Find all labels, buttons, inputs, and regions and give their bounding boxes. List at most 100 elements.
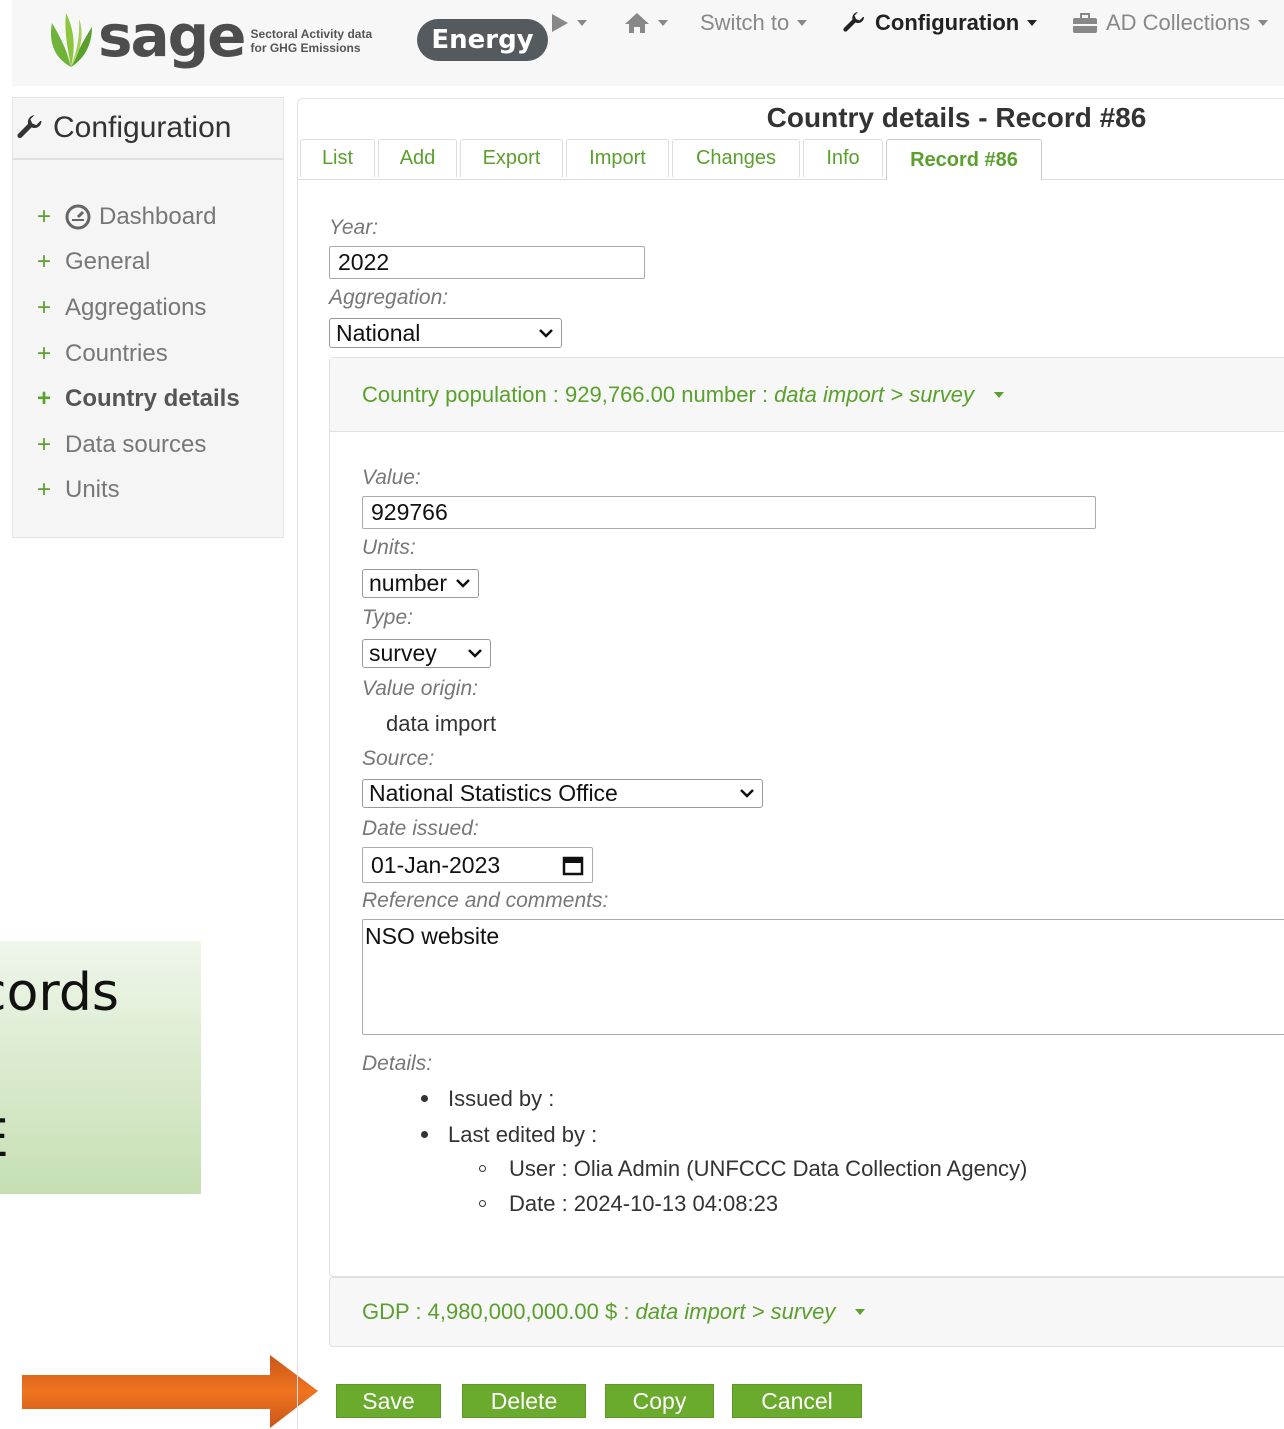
pointer-arrow-icon: [22, 1355, 318, 1428]
configuration-label: Configuration: [875, 10, 1020, 35]
sidebar-item-label: Dashboard: [99, 202, 217, 230]
plus-icon: +: [37, 293, 52, 321]
plus-icon: +: [37, 202, 52, 230]
main-panel: Country details - Record #86 List Add Ex…: [297, 98, 1284, 1429]
value-origin-text: data import: [386, 711, 497, 736]
last-edited-by-text: Last edited by :: [448, 1122, 598, 1147]
value-value: 929766: [371, 499, 448, 525]
slide-callout-text: cords: [0, 963, 119, 1023]
switch-to-menu[interactable]: Switch to: [700, 6, 808, 40]
units-value: number: [369, 570, 447, 596]
source-label: Source:: [362, 747, 435, 770]
bullet: [421, 1131, 428, 1138]
bullet: [479, 1165, 486, 1172]
year-input[interactable]: 2022: [329, 246, 645, 279]
dashboard-icon: [65, 204, 91, 230]
accordion-header-origin: data import > survey: [774, 381, 974, 407]
chevron-down-icon: [740, 789, 754, 798]
chevron-down-icon: [468, 649, 482, 658]
sidebar-item-label: Country details: [65, 385, 240, 413]
sidebar-item-label: Aggregations: [65, 293, 207, 321]
source-select[interactable]: National Statistics Office: [362, 779, 763, 808]
logo-subtitle-line-2: for GHG Emissions: [250, 41, 361, 55]
app-logo[interactable]: sage Sectoral Activity data for GHG Emis…: [46, 6, 372, 72]
play-icon: [552, 14, 568, 32]
tab-changes[interactable]: Changes: [672, 139, 800, 177]
date-issued-value: 01-Jan-2023: [371, 851, 501, 878]
value-origin-label: Value origin:: [362, 677, 478, 700]
slide-callout-text: E: [0, 1109, 9, 1169]
chevron-down-icon: [658, 20, 668, 26]
chevron-down-icon: [994, 391, 1004, 398]
type-select[interactable]: survey: [362, 639, 491, 668]
leaf-logo-icon: [50, 13, 92, 67]
tab-add[interactable]: Add: [378, 139, 457, 177]
home-icon: [625, 13, 649, 33]
sidebar-title: Configuration: [53, 111, 232, 144]
ad-collections-label: AD Collections: [1106, 10, 1251, 35]
bullet: [479, 1200, 486, 1207]
chevron-down-icon: [456, 579, 470, 588]
sidebar-item-units[interactable]: + Units: [13, 468, 240, 514]
sidebar-item-label: General: [65, 248, 151, 276]
copy-button[interactable]: Copy: [605, 1384, 714, 1418]
comments-label: Reference and comments:: [362, 889, 609, 912]
aggregation-select[interactable]: National: [329, 318, 562, 348]
cancel-button[interactable]: Cancel: [732, 1384, 862, 1418]
chevron-down-icon: [539, 328, 553, 338]
delete-button[interactable]: Delete: [462, 1384, 586, 1418]
tab-info[interactable]: Info: [803, 139, 883, 177]
plus-icon: +: [37, 385, 52, 413]
aggregation-label: Aggregation:: [329, 286, 449, 309]
briefcase-icon: [1073, 13, 1097, 33]
tab-list[interactable]: List: [300, 139, 375, 177]
units-label: Units:: [362, 536, 416, 559]
wrench-icon: [17, 115, 42, 139]
logo-subtitle: Sectoral Activity data for GHG Emissions: [251, 27, 373, 55]
tab-export[interactable]: Export: [460, 139, 563, 177]
bullet: [421, 1095, 428, 1102]
accordion-header-gdp[interactable]: GDP : 4,980,000,000.00 $ : data import >…: [329, 1277, 1284, 1347]
issued-by-text: Issued by :: [448, 1086, 555, 1111]
value-input[interactable]: 929766: [362, 496, 1096, 529]
accordion-header-population[interactable]: Country population : 929,766.00 number :…: [330, 358, 1284, 432]
tab-import[interactable]: Import: [566, 139, 669, 177]
sidebar-item-countries[interactable]: + Countries: [13, 331, 240, 377]
save-button[interactable]: Save: [336, 1384, 441, 1418]
calendar-icon[interactable]: [562, 854, 584, 876]
ad-collections-menu[interactable]: AD Collections: [1072, 6, 1269, 40]
type-label: Type:: [362, 606, 413, 629]
configuration-menu[interactable]: Configuration: [843, 6, 1038, 40]
plus-icon: +: [37, 476, 52, 504]
run-menu[interactable]: [551, 6, 587, 40]
comments-textarea[interactable]: NSO website: [362, 919, 1284, 1035]
plus-icon: +: [37, 339, 52, 367]
edited-date-text: Date : 2024-10-13 04:08:23: [509, 1191, 779, 1216]
plus-icon: +: [37, 248, 52, 276]
logo-text: sage: [98, 2, 247, 70]
edited-user-text: User : Olia Admin (UNFCCC Data Collectio…: [509, 1156, 1028, 1181]
chevron-down-icon: [577, 20, 587, 26]
type-value: survey: [369, 640, 437, 666]
sidebar-item-country-details[interactable]: + Country details: [13, 376, 240, 422]
module-badge[interactable]: Energy: [417, 19, 548, 61]
sidebar-item-general[interactable]: + General: [13, 240, 240, 286]
chevron-down-icon: [1027, 20, 1038, 26]
units-select[interactable]: number: [362, 569, 479, 598]
sidebar-item-data-sources[interactable]: + Data sources: [13, 422, 240, 468]
chevron-down-icon: [1258, 20, 1269, 26]
date-issued-input[interactable]: 01-Jan-2023: [362, 847, 593, 883]
wrench-icon: [843, 12, 865, 32]
details-label: Details:: [362, 1052, 433, 1075]
tab-record[interactable]: Record #86: [886, 139, 1042, 180]
sidebar-menu: + Dashboard + General + Aggregations + C…: [13, 194, 240, 513]
source-value: National Statistics Office: [369, 780, 618, 806]
sidebar-header: Configuration: [13, 98, 283, 160]
sidebar-item-dashboard[interactable]: + Dashboard: [13, 194, 240, 240]
accordion-header-text: GDP : 4,980,000,000.00 $ :: [362, 1299, 630, 1324]
sidebar-item-aggregations[interactable]: + Aggregations: [13, 285, 240, 331]
year-value: 2022: [338, 249, 390, 275]
year-label: Year:: [329, 216, 379, 239]
home-menu[interactable]: [624, 6, 668, 40]
sidebar: Configuration + Dashboard + General + Ag…: [12, 97, 284, 538]
